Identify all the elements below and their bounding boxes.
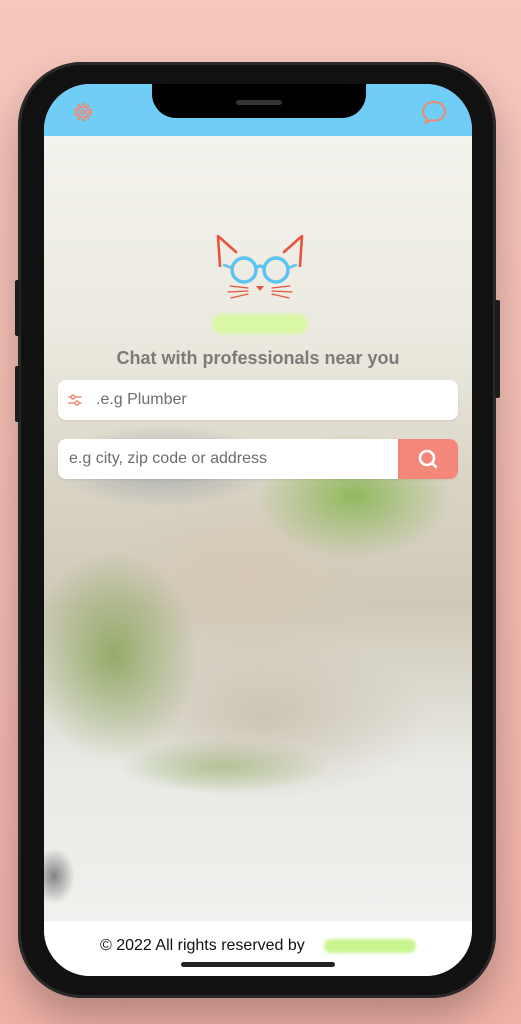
phone-side-button [15,366,20,422]
location-search-field [58,439,458,479]
service-search-field [58,380,458,420]
chat-bubble-icon[interactable] [420,99,446,125]
top-bar [44,84,472,136]
footer: © 2022 All rights reserved by [44,921,472,976]
home-indicator[interactable] [181,962,335,967]
phone-side-button [15,280,20,336]
phone-notch [152,84,366,118]
phone-power-button [495,300,500,398]
search-icon [417,448,439,475]
company-name-redacted [324,939,416,953]
sliders-icon[interactable] [68,393,82,407]
copyright-text: © 2022 All rights reserved by [100,937,305,954]
location-input[interactable] [69,439,389,479]
hero-background: Chat with professionals near you [44,136,472,921]
search-button[interactable] [398,439,458,479]
app-screen: Chat with professionals near you .e.g Pl… [44,84,472,976]
phone-speaker [236,100,282,105]
gear-icon[interactable] [70,99,96,125]
service-input[interactable] [96,380,446,420]
app-name-redacted [212,314,308,334]
cat-with-glasses-logo [214,232,306,304]
tagline: Chat with professionals near you [116,348,400,368]
